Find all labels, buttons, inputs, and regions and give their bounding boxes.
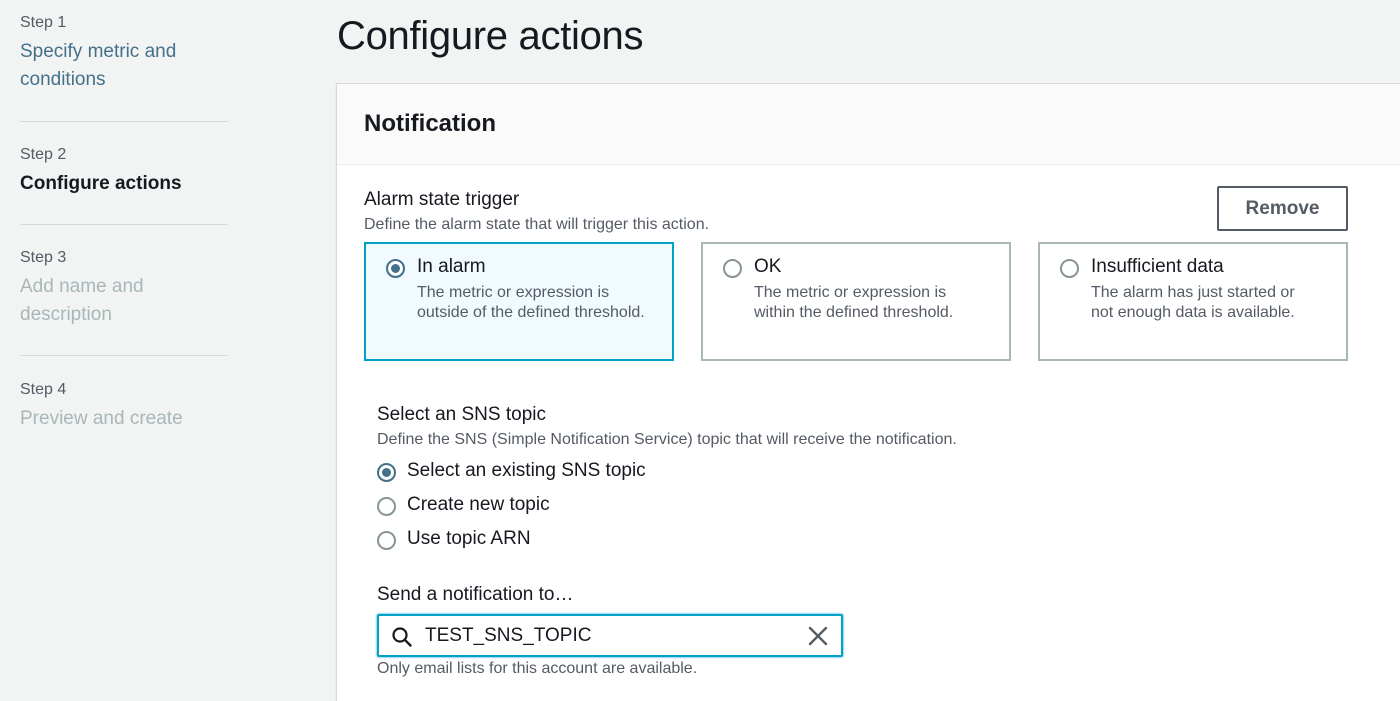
send-notification-hint: Only email lists for this account are av… — [377, 660, 698, 677]
radio-checked-icon[interactable] — [377, 463, 396, 482]
sns-topic-search-input[interactable] — [425, 623, 795, 649]
step-number: Step 2 — [20, 146, 67, 163]
wizard-step-4: Step 4 Preview and create — [20, 381, 230, 433]
wizard-step-2: Step 2 Configure actions — [20, 146, 230, 198]
radio-unchecked-icon[interactable] — [377, 531, 396, 550]
remove-button[interactable]: Remove — [1217, 186, 1348, 231]
trigger-tile-in-alarm[interactable]: In alarm The metric or expression is out… — [364, 242, 674, 361]
radio-checked-icon[interactable] — [386, 259, 405, 278]
radio-unchecked-icon[interactable] — [377, 497, 396, 516]
radio-label: Select an existing SNS topic — [407, 460, 646, 481]
step-number: Step 3 — [20, 249, 67, 266]
trigger-tile-ok[interactable]: OK The metric or expression is within th… — [701, 242, 1011, 361]
page-title: Configure actions — [337, 14, 644, 58]
step-number: Step 4 — [20, 381, 67, 398]
step-label-current: Configure actions — [20, 173, 182, 194]
sns-topic-label: Select an SNS topic — [377, 404, 546, 425]
step-label-disabled: Add name and description — [20, 276, 144, 325]
panel-title: Notification — [364, 110, 496, 137]
step-link-specify-metric[interactable]: Specify metric and conditions — [20, 38, 210, 94]
tile-title: OK — [754, 256, 782, 277]
radio-unchecked-icon[interactable] — [723, 259, 742, 278]
step-divider — [20, 355, 228, 356]
sns-topic-search-field[interactable] — [377, 614, 843, 657]
alarm-state-trigger-description: Define the alarm state that will trigger… — [364, 216, 710, 233]
search-icon — [391, 626, 413, 653]
tile-title: In alarm — [417, 256, 486, 277]
step-number: Step 1 — [20, 14, 67, 31]
step-divider — [20, 121, 228, 122]
step-label-disabled: Preview and create — [20, 408, 183, 429]
radio-label: Use topic ARN — [407, 528, 531, 549]
sns-topic-description: Define the SNS (Simple Notification Serv… — [377, 431, 957, 448]
panel-header: Notification — [337, 84, 1400, 165]
tile-description: The alarm has just started or not enough… — [1091, 284, 1295, 321]
send-notification-label: Send a notification to… — [377, 584, 574, 605]
wizard-step-1: Step 1 Specify metric and conditions — [20, 14, 230, 94]
trigger-tile-insufficient-data[interactable]: Insufficient data The alarm has just sta… — [1038, 242, 1348, 361]
notification-panel: Notification Alarm state trigger Define … — [336, 83, 1400, 701]
tile-title: Insufficient data — [1091, 256, 1224, 277]
alarm-wizard-page: Step 1 Specify metric and conditions Ste… — [0, 0, 1400, 701]
tile-description: The metric or expression is within the d… — [754, 284, 954, 321]
wizard-step-3: Step 3 Add name and description — [20, 249, 230, 329]
radio-unchecked-icon[interactable] — [1060, 259, 1079, 278]
radio-label: Create new topic — [407, 494, 550, 515]
tile-description: The metric or expression is outside of t… — [417, 284, 645, 321]
alarm-state-trigger-label: Alarm state trigger — [364, 189, 520, 210]
clear-icon[interactable] — [807, 625, 829, 652]
step-divider — [20, 224, 228, 225]
